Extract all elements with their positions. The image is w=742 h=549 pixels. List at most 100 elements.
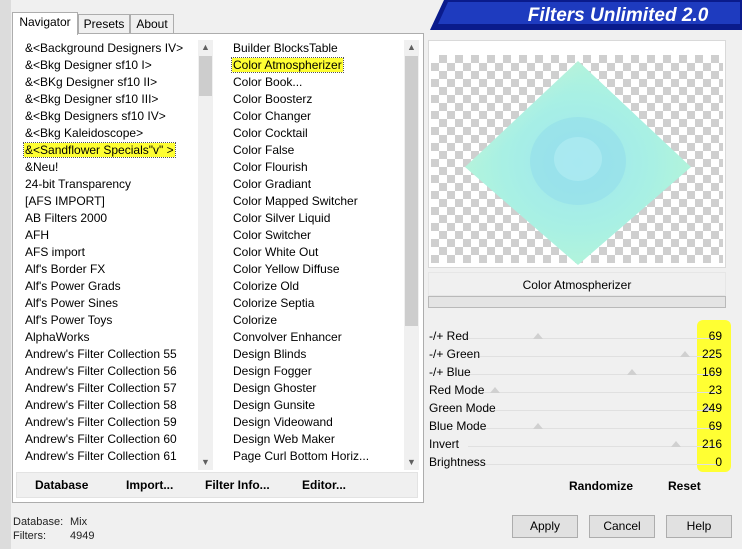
randomize-button[interactable]: Randomize (569, 479, 633, 493)
category-item[interactable]: AB Filters 2000 (22, 210, 198, 227)
category-item[interactable]: &<Bkg Designer sf10 III> (22, 91, 198, 108)
slider-track[interactable] (468, 374, 718, 375)
category-item[interactable]: 24-bit Transparency (22, 176, 198, 193)
category-item[interactable]: Andrew's Filter Collection 57 (22, 380, 198, 397)
slider-row[interactable]: -/+ Green 225 (428, 345, 734, 363)
slider-track[interactable] (468, 410, 718, 411)
filter-scrollbar[interactable]: ▲ ▼ (404, 40, 419, 470)
category-item[interactable]: &<Sandflower Specials"v" > (22, 142, 198, 159)
slider-knob[interactable] (627, 369, 638, 375)
tab-about[interactable]: About (130, 14, 174, 34)
scroll-down-icon[interactable]: ▼ (198, 455, 213, 470)
filter-item[interactable]: Colorize (230, 312, 404, 329)
slider-row[interactable]: Invert 216 (428, 435, 734, 453)
category-item[interactable]: Andrew's Filter Collection 59 (22, 414, 198, 431)
filter-item[interactable]: Color Cocktail (230, 125, 404, 142)
slider-label: -/+ Blue (429, 365, 471, 379)
filter-item[interactable]: Colorize Septia (230, 295, 404, 312)
category-item[interactable]: Alf's Power Grads (22, 278, 198, 295)
slider-row[interactable]: Red Mode 23 (428, 381, 734, 399)
filter-item[interactable]: Design Web Maker (230, 431, 404, 448)
category-scrollbar[interactable]: ▲ ▼ (198, 40, 213, 470)
reset-button[interactable]: Reset (668, 479, 701, 493)
slider-track[interactable] (468, 428, 718, 429)
category-item[interactable]: &<Bkg Designers sf10 IV> (22, 108, 198, 125)
slider-row[interactable]: -/+ Red 69 (428, 327, 734, 345)
scroll-down-icon[interactable]: ▼ (404, 455, 419, 470)
category-item[interactable]: &<Background Designers IV> (22, 40, 198, 57)
apply-button[interactable]: Apply (512, 515, 578, 538)
filter-item[interactable]: Design Ghoster (230, 380, 404, 397)
category-item[interactable]: Alf's Border FX (22, 261, 198, 278)
category-list[interactable]: &<Background Designers IV> &<Bkg Designer… (22, 40, 198, 470)
slider-row[interactable]: Blue Mode 69 (428, 417, 734, 435)
filter-item[interactable]: Color False (230, 142, 404, 159)
category-item[interactable]: Alf's Power Sines (22, 295, 198, 312)
scroll-thumb[interactable] (199, 56, 212, 96)
category-item[interactable]: &Neu! (22, 159, 198, 176)
slider-track[interactable] (468, 392, 718, 393)
filter-item[interactable]: Color Silver Liquid (230, 210, 404, 227)
category-item[interactable]: Andrew's Filter Collection 60 (22, 431, 198, 448)
filter-item[interactable]: Color Atmospherizer (230, 57, 404, 74)
help-button[interactable]: Help (666, 515, 732, 538)
slider-row[interactable]: Brightness 0 (428, 453, 734, 471)
category-item[interactable]: &<Bkg Designer sf10 I> (22, 57, 198, 74)
category-item[interactable]: &<BKg Designer sf10 II> (22, 74, 198, 91)
category-label: &<Sandflower Specials"v" > (23, 142, 176, 158)
filter-item[interactable]: Color Boosterz (230, 91, 404, 108)
scroll-up-icon[interactable]: ▲ (404, 40, 419, 55)
import-button[interactable]: Import... (126, 478, 173, 492)
filter-item[interactable]: Design Fogger (230, 363, 404, 380)
slider-knob[interactable] (532, 333, 543, 339)
filter-item[interactable]: Colorize Old (230, 278, 404, 295)
filter-item[interactable]: Color Book... (230, 74, 404, 91)
category-item[interactable]: Andrew's Filter Collection 58 (22, 397, 198, 414)
filter-item[interactable]: Color Switcher (230, 227, 404, 244)
slider-track[interactable] (468, 464, 718, 465)
slider-value: 249 (701, 401, 722, 415)
category-item[interactable]: Alf's Power Toys (22, 312, 198, 329)
filter-item[interactable]: Builder BlocksTable (230, 40, 404, 57)
scroll-up-icon[interactable]: ▲ (198, 40, 213, 55)
slider-label: Green Mode (429, 401, 496, 415)
filter-item[interactable]: Color Flourish (230, 159, 404, 176)
filter-item[interactable]: Color White Out (230, 244, 404, 261)
slider-knob[interactable] (489, 387, 500, 393)
editor-button[interactable]: Editor... (302, 478, 346, 492)
category-item[interactable]: Andrew's Filter Collection 61 (22, 448, 198, 465)
category-item[interactable]: [AFS IMPORT] (22, 193, 198, 210)
slider-row[interactable]: -/+ Blue 169 (428, 363, 734, 381)
category-item[interactable]: AFH (22, 227, 198, 244)
filter-item[interactable]: Color Gradiant (230, 176, 404, 193)
category-item[interactable]: &<Bkg Kaleidoscope> (22, 125, 198, 142)
filter-item[interactable]: Page Curl Bottom Horiz... (230, 448, 404, 465)
filter-label: Colorize Septia (233, 296, 315, 310)
category-item[interactable]: AlphaWorks (22, 329, 198, 346)
filter-item[interactable]: Design Gunsite (230, 397, 404, 414)
slider-track[interactable] (468, 338, 718, 339)
database-button[interactable]: Database (35, 478, 88, 492)
category-item[interactable]: Andrew's Filter Collection 55 (22, 346, 198, 363)
filter-item[interactable]: Color Mapped Switcher (230, 193, 404, 210)
database-value: Mix (70, 516, 88, 528)
filter-item[interactable]: Color Changer (230, 108, 404, 125)
filter-item[interactable]: Design Blinds (230, 346, 404, 363)
filter-list[interactable]: Builder BlocksTable Color Atmospherizer Co… (230, 40, 404, 470)
filters-count: 4949 (70, 530, 95, 542)
tab-navigator[interactable]: Navigator (12, 12, 78, 35)
category-item[interactable]: Andrew's Filter Collection 56 (22, 363, 198, 380)
slider-knob[interactable] (671, 441, 682, 447)
slider-knob[interactable] (532, 423, 543, 429)
filter-item[interactable]: Design Videowand (230, 414, 404, 431)
filter-info-button[interactable]: Filter Info... (205, 478, 270, 492)
tab-presets[interactable]: Presets (78, 14, 130, 34)
filter-item[interactable]: Convolver Enhancer (230, 329, 404, 346)
filter-item[interactable]: Color Yellow Diffuse (230, 261, 404, 278)
scroll-thumb[interactable] (405, 56, 418, 326)
category-label: Andrew's Filter Collection 57 (25, 381, 177, 395)
category-item[interactable]: AFS import (22, 244, 198, 261)
slider-row[interactable]: Green Mode 249 (428, 399, 734, 417)
cancel-button[interactable]: Cancel (589, 515, 655, 538)
slider-label: -/+ Green (429, 347, 481, 361)
